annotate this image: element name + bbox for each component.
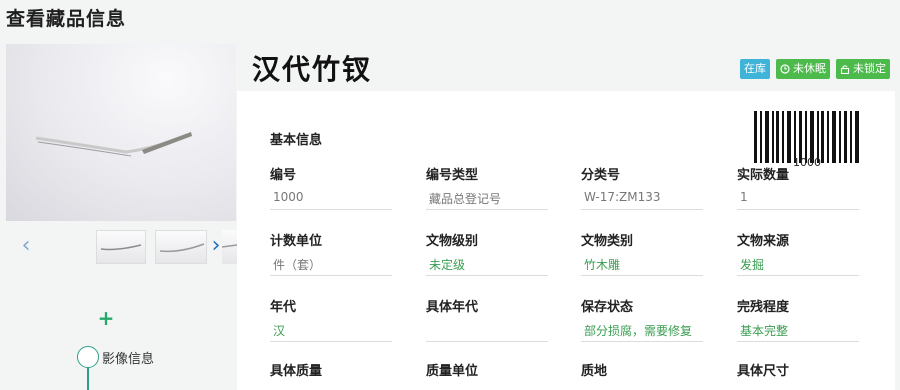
timeline-node-icon bbox=[77, 346, 99, 368]
page-title: 查看藏品信息 bbox=[6, 8, 127, 30]
field-label: 具体质量 bbox=[270, 364, 323, 379]
field-number-type: 编号类型 藏品总登记号 bbox=[426, 164, 548, 210]
field-label: 分类号 bbox=[581, 168, 621, 183]
field-label: 文物级别 bbox=[426, 234, 479, 249]
field-label: 年代 bbox=[270, 300, 297, 315]
field-label: 文物类别 bbox=[581, 234, 634, 249]
field-relic-level: 文物级别 未定级 bbox=[426, 230, 548, 276]
status-badge-unlocked: 未锁定 bbox=[836, 59, 890, 79]
field-label: 文物来源 bbox=[737, 234, 790, 249]
section-title: 基本信息 bbox=[270, 133, 323, 148]
field-value: 竹木雕 bbox=[581, 256, 703, 276]
field-value: 未定级 bbox=[426, 256, 548, 276]
field-value: W-17:ZM133 bbox=[581, 190, 703, 210]
field-completeness: 完残程度 基本完整 bbox=[737, 296, 859, 342]
field-label: 质地 bbox=[581, 364, 608, 379]
media-info-link[interactable]: 影像信息 bbox=[102, 348, 154, 367]
field-preservation-status: 保存状态 部分损腐，需要修复 bbox=[581, 296, 703, 342]
status-badge-not-dormant: 未休眠 bbox=[776, 59, 830, 79]
field-label: 实际数量 bbox=[737, 168, 790, 183]
badge-label: 在库 bbox=[744, 62, 766, 75]
thumbnail-1[interactable] bbox=[96, 230, 146, 264]
status-badge-in-stock: 在库 bbox=[740, 59, 770, 79]
thumbnail-2[interactable] bbox=[155, 230, 207, 264]
field-relic-category: 文物类别 竹木雕 bbox=[581, 230, 703, 276]
clock-icon bbox=[780, 64, 790, 74]
field-number: 编号 1000 bbox=[270, 164, 392, 210]
field-label: 编号 bbox=[270, 168, 297, 183]
timeline-line bbox=[87, 368, 89, 390]
status-badges: 在库 未休眠 未锁定 bbox=[740, 59, 890, 79]
field-label: 编号类型 bbox=[426, 168, 479, 183]
field-label: 质量单位 bbox=[426, 364, 479, 379]
field-value: 藏品总登记号 bbox=[426, 190, 548, 210]
main-artifact-image[interactable] bbox=[6, 44, 236, 221]
badge-label: 未休眠 bbox=[793, 62, 826, 75]
field-value: 发掘 bbox=[737, 256, 859, 276]
field-specific-mass: 具体质量 bbox=[270, 360, 392, 379]
field-label: 计数单位 bbox=[270, 234, 323, 249]
field-specific-size: 具体尺寸 bbox=[737, 360, 859, 379]
field-label: 保存状态 bbox=[581, 300, 634, 315]
field-label: 完残程度 bbox=[737, 300, 790, 315]
field-value: 基本完整 bbox=[737, 322, 859, 342]
field-value bbox=[426, 322, 548, 342]
basic-info-panel: 基本信息 1000 编号 1000 编号类型 藏品总登记号 分类号 W-17:Z… bbox=[237, 91, 895, 390]
field-label: 具体尺寸 bbox=[737, 364, 790, 379]
field-actual-quantity: 实际数量 1 bbox=[737, 164, 859, 210]
field-specific-era: 具体年代 bbox=[426, 296, 548, 342]
chevron-left-icon[interactable]: ‹ bbox=[16, 234, 36, 260]
field-era: 年代 汉 bbox=[270, 296, 392, 342]
field-value: 部分损腐，需要修复 bbox=[581, 322, 703, 342]
lock-icon bbox=[840, 64, 850, 74]
thumbnail-3[interactable] bbox=[222, 230, 237, 264]
plus-icon[interactable]: + bbox=[96, 308, 116, 328]
field-value: 1000 bbox=[270, 190, 392, 210]
field-value: 汉 bbox=[270, 322, 392, 342]
field-count-unit: 计数单位 件（套） bbox=[270, 230, 392, 276]
image-gallery: ‹ › + 影像信息 bbox=[0, 44, 237, 390]
field-texture: 质地 bbox=[581, 360, 703, 379]
field-relic-source: 文物来源 发掘 bbox=[737, 230, 859, 276]
badge-label: 未锁定 bbox=[853, 62, 886, 75]
thumbnail-strip: ‹ › bbox=[0, 230, 237, 266]
artifact-name: 汉代竹钗 bbox=[252, 53, 373, 86]
field-value: 1 bbox=[737, 190, 859, 210]
field-mass-unit: 质量单位 bbox=[426, 360, 548, 379]
field-label: 具体年代 bbox=[426, 300, 479, 315]
field-category-no: 分类号 W-17:ZM133 bbox=[581, 164, 703, 210]
field-value: 件（套） bbox=[270, 256, 392, 276]
